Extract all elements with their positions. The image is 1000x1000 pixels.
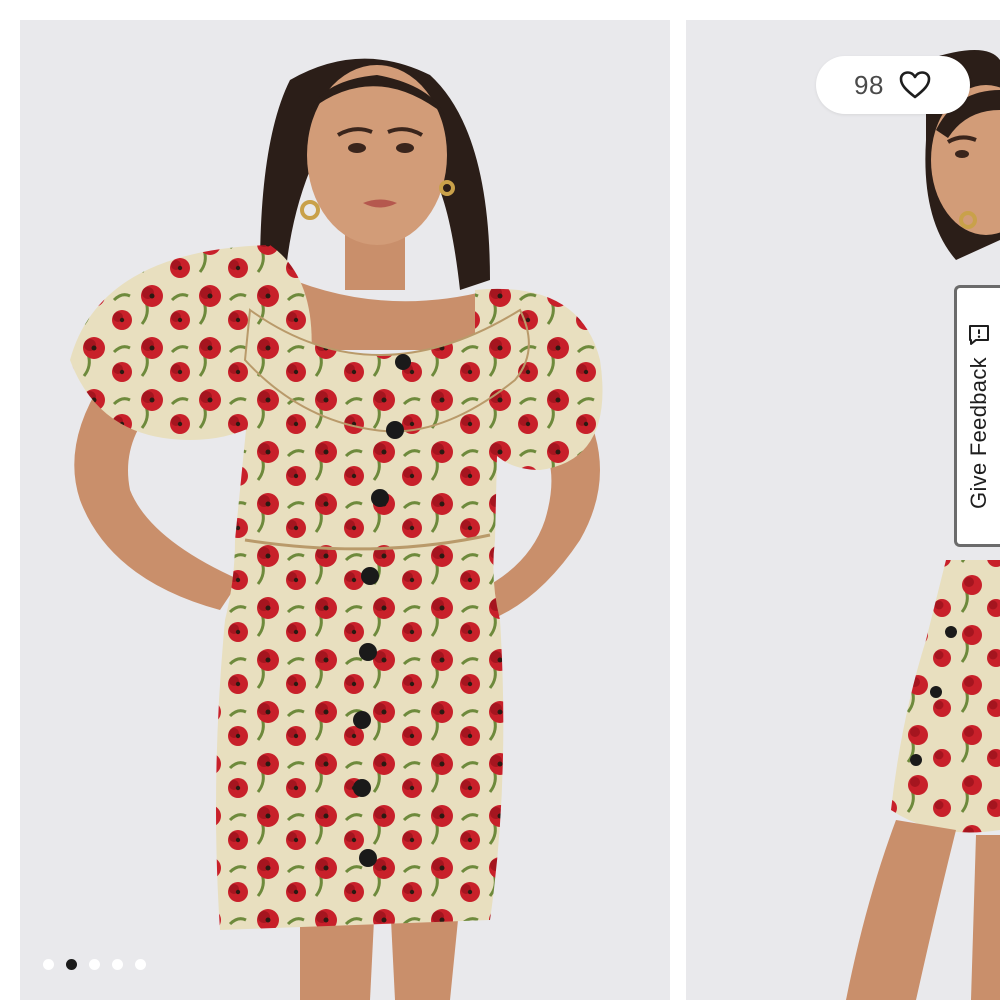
carousel-dot[interactable] xyxy=(135,959,146,970)
favorite-button[interactable]: 98 xyxy=(816,56,970,114)
carousel-dot[interactable] xyxy=(43,959,54,970)
model-photo xyxy=(70,58,603,1000)
carousel-dot-active[interactable] xyxy=(66,959,77,970)
carousel-dot[interactable] xyxy=(112,959,123,970)
carousel-dot[interactable] xyxy=(89,959,100,970)
product-image-secondary[interactable] xyxy=(686,20,1000,1000)
heart-outline-icon xyxy=(899,71,931,99)
product-image-main[interactable] xyxy=(20,20,670,1000)
feedback-label: Give Feedback xyxy=(965,357,991,509)
model-photo-alt xyxy=(846,50,1000,1000)
product-image-gallery[interactable] xyxy=(0,0,1000,1000)
give-feedback-tab[interactable]: Give Feedback xyxy=(954,285,1000,547)
favorite-count: 98 xyxy=(854,69,884,100)
message-square-icon xyxy=(968,325,989,346)
carousel-pagination xyxy=(43,959,146,970)
